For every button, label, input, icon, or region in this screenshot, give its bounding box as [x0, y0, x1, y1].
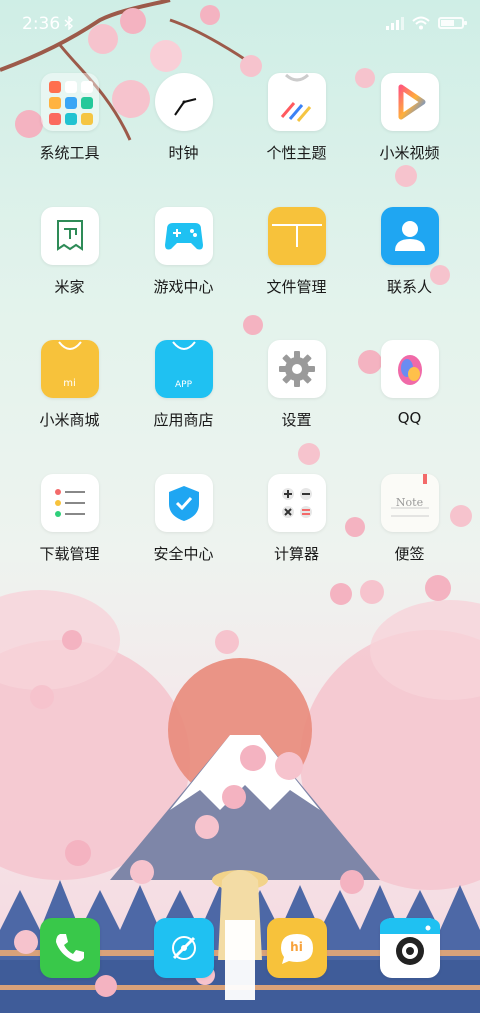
- battery-icon: [438, 17, 467, 29]
- app-mi-video[interactable]: 小米视频: [353, 73, 466, 163]
- app-game-center[interactable]: 游戏中心: [127, 207, 240, 297]
- app-settings[interactable]: 设置: [240, 340, 353, 430]
- app-contacts[interactable]: 联系人: [353, 207, 466, 297]
- clock-icon: [154, 73, 213, 131]
- file-manager-icon: [267, 207, 326, 265]
- dock: hi: [0, 918, 480, 980]
- notes-icon: Note: [380, 474, 439, 532]
- dock-browser[interactable]: [127, 918, 240, 978]
- app-mi-store[interactable]: mi 小米商城: [13, 340, 126, 430]
- video-icon: [380, 73, 439, 131]
- app-download-manager[interactable]: 下载管理: [13, 474, 126, 564]
- notes-icon-text: Note: [395, 496, 424, 509]
- app-security-center[interactable]: 安全中心: [127, 474, 240, 564]
- app-label: 安全中心: [153, 545, 214, 563]
- app-label: 设置: [281, 411, 312, 429]
- app-themes[interactable]: 个性主题: [240, 73, 353, 163]
- messages-icon: hi: [266, 918, 327, 978]
- browser-icon: [153, 918, 214, 978]
- calculator-icon: [267, 474, 326, 532]
- app-clock[interactable]: 时钟: [127, 73, 240, 163]
- app-file-manager[interactable]: 文件管理: [240, 207, 353, 297]
- qq-icon: [380, 340, 439, 398]
- app-label: 便签: [394, 545, 425, 563]
- app-app-store[interactable]: APP 应用商店: [127, 340, 240, 430]
- app-label: 游戏中心: [153, 278, 214, 296]
- app-mijia[interactable]: 米家: [13, 207, 126, 297]
- dock-camera[interactable]: [353, 918, 466, 978]
- download-manager-icon: [40, 474, 99, 532]
- app-notes[interactable]: Note 便签: [353, 474, 466, 564]
- mijia-icon: [40, 207, 99, 265]
- gamepad-icon: [154, 207, 213, 265]
- folder-icon: [40, 73, 99, 131]
- signal-icon: [386, 17, 404, 30]
- security-shield-icon: [154, 474, 213, 532]
- app-system-tools[interactable]: 系统工具: [13, 73, 126, 163]
- messages-icon-text: hi: [290, 940, 303, 954]
- bluetooth-icon: [64, 16, 74, 30]
- app-label: 下载管理: [39, 545, 100, 563]
- app-label: 文件管理: [266, 278, 327, 296]
- app-label: 米家: [54, 278, 85, 296]
- app-label: 个性主题: [266, 144, 327, 162]
- mi-store-icon-text: mi: [63, 378, 76, 389]
- theme-icon: [267, 73, 326, 131]
- status-time: 2:36: [22, 14, 61, 34]
- status-bar: 2:36: [0, 0, 480, 48]
- contacts-icon: [380, 207, 439, 265]
- app-label: 系统工具: [39, 144, 100, 162]
- camera-icon: [379, 918, 440, 978]
- mi-store-icon: mi: [40, 340, 99, 398]
- app-label: 计算器: [273, 545, 319, 563]
- app-label: 联系人: [386, 278, 432, 296]
- app-qq[interactable]: QQ: [353, 340, 466, 427]
- wifi-icon: [412, 16, 430, 30]
- dock-phone[interactable]: [13, 918, 126, 978]
- app-label: 小米视频: [379, 144, 440, 162]
- app-label: QQ: [397, 409, 422, 427]
- app-label: 应用商店: [153, 411, 214, 429]
- app-label: 时钟: [168, 144, 199, 162]
- app-calculator[interactable]: 计算器: [240, 474, 353, 564]
- app-label: 小米商城: [39, 411, 100, 429]
- app-store-icon: APP: [154, 340, 213, 398]
- phone-icon: [39, 918, 100, 978]
- gear-icon: [267, 340, 326, 398]
- app-store-icon-text: APP: [174, 380, 192, 390]
- dock-messages[interactable]: hi: [240, 918, 353, 978]
